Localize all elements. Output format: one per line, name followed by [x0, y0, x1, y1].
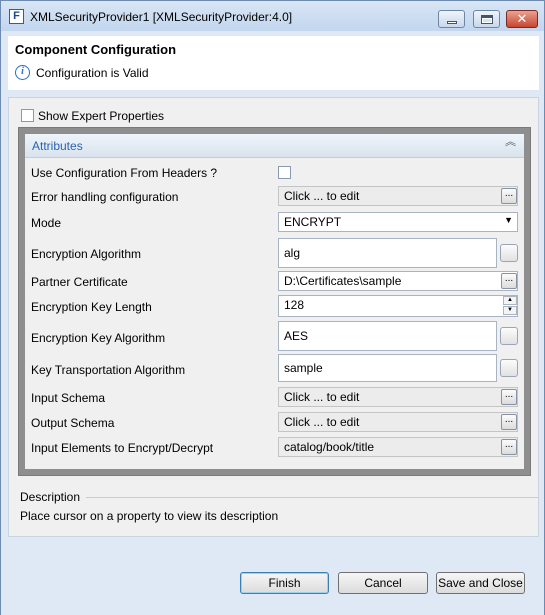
encryption-algorithm-value: alg [284, 246, 301, 260]
attributes-frame: Attributes ︽ Use Configuration From Head… [18, 127, 531, 476]
partner-certificate-label: Partner Certificate [31, 275, 128, 289]
input-schema-field[interactable]: Click ... to edit ... [278, 387, 518, 407]
validation-status: Configuration is Valid [36, 66, 149, 80]
key-transport-algorithm-label: Key Transportation Algorithm [31, 363, 186, 377]
partner-certificate-browse-button[interactable]: ... [501, 273, 517, 289]
info-icon: i [15, 65, 30, 80]
encryption-algorithm-browse-button[interactable] [500, 244, 518, 262]
minimize-button[interactable] [438, 10, 465, 28]
error-handling-field[interactable]: Click ... to edit ... [278, 186, 518, 206]
input-elements-field[interactable]: catalog/book/title ... [278, 437, 518, 457]
mode-label: Mode [31, 216, 62, 230]
window-title: XMLSecurityProvider1 [XMLSecurityProvide… [30, 10, 293, 24]
encryption-key-length-value: 128 [284, 298, 305, 312]
finish-button[interactable]: Finish [240, 572, 329, 594]
close-button[interactable]: ✕ [506, 10, 538, 28]
mode-value: ENCRYPT [284, 215, 342, 229]
minimize-icon [446, 20, 457, 24]
output-schema-label: Output Schema [31, 416, 115, 430]
spinner-up-icon[interactable]: ▲ [503, 296, 517, 305]
output-schema-field[interactable]: Click ... to edit ... [278, 412, 518, 432]
encryption-key-algorithm-value: AES [284, 329, 309, 343]
button-bar: Finish Cancel Save and Close [1, 549, 544, 615]
config-header: Component Configuration i Configuration … [8, 36, 539, 90]
maximize-button[interactable] [473, 10, 500, 28]
dropdown-arrow-icon: ▼ [504, 215, 513, 225]
description-section: Description Place cursor on a property t… [18, 487, 538, 528]
cancel-button[interactable]: Cancel [338, 572, 428, 594]
partner-certificate-value: D:\Certificates\sample [284, 274, 402, 288]
show-expert-checkbox[interactable] [21, 109, 34, 122]
key-transport-algorithm-browse-button[interactable] [500, 359, 518, 377]
description-text: Place cursor on a property to view its d… [20, 509, 279, 523]
description-divider [86, 497, 538, 498]
encryption-key-algorithm-field[interactable]: AES [278, 321, 497, 351]
output-schema-edit-button[interactable]: ... [501, 414, 517, 430]
description-title: Description [20, 490, 81, 504]
maximize-icon [480, 14, 493, 24]
encryption-key-length-label: Encryption Key Length [31, 300, 152, 314]
input-schema-edit-button[interactable]: ... [501, 389, 517, 405]
use-config-headers-label: Use Configuration From Headers ? [31, 166, 218, 180]
key-length-spinner[interactable]: ▲ ▼ [503, 296, 517, 316]
attributes-panel: Attributes ︽ Use Configuration From Head… [25, 134, 524, 469]
double-chevron-up-icon[interactable]: ︽ [505, 137, 516, 148]
error-handling-edit-button[interactable]: ... [501, 188, 517, 204]
page-title: Component Configuration [15, 42, 177, 57]
mode-select[interactable]: ENCRYPT ▼ [278, 212, 518, 232]
input-schema-label: Input Schema [31, 391, 106, 405]
error-handling-value: Click ... to edit [284, 189, 360, 203]
encryption-algorithm-field[interactable]: alg [278, 238, 497, 268]
input-elements-edit-button[interactable]: ... [501, 439, 517, 455]
input-elements-value: catalog/book/title [284, 440, 375, 454]
error-handling-label: Error handling configuration [31, 190, 179, 204]
save-and-close-button[interactable]: Save and Close [436, 572, 525, 594]
attributes-title: Attributes [32, 139, 83, 153]
title-bar[interactable]: F XMLSecurityProvider1 [XMLSecurityProvi… [1, 1, 544, 31]
show-expert-label: Show Expert Properties [38, 109, 165, 123]
input-elements-label: Input Elements to Encrypt/Decrypt [31, 441, 214, 455]
encryption-key-algorithm-browse-button[interactable] [500, 327, 518, 345]
encryption-key-length-field[interactable]: 128 ▲ ▼ [278, 295, 518, 317]
partner-certificate-field[interactable]: D:\Certificates\sample ... [278, 271, 518, 291]
output-schema-value: Click ... to edit [284, 415, 360, 429]
use-config-headers-checkbox[interactable] [278, 166, 291, 179]
key-transport-algorithm-field[interactable]: sample [278, 354, 497, 382]
attributes-header[interactable]: Attributes ︽ [25, 134, 524, 158]
config-body: Show Expert Properties Attributes ︽ Use … [8, 97, 539, 537]
key-transport-algorithm-value: sample [284, 361, 323, 375]
input-schema-value: Click ... to edit [284, 390, 360, 404]
dialog-window: F XMLSecurityProvider1 [XMLSecurityProvi… [0, 0, 545, 615]
encryption-algorithm-label: Encryption Algorithm [31, 247, 142, 261]
close-icon: ✕ [516, 11, 528, 27]
spinner-down-icon[interactable]: ▼ [503, 306, 517, 315]
app-icon: F [9, 9, 24, 24]
encryption-key-algorithm-label: Encryption Key Algorithm [31, 331, 166, 345]
